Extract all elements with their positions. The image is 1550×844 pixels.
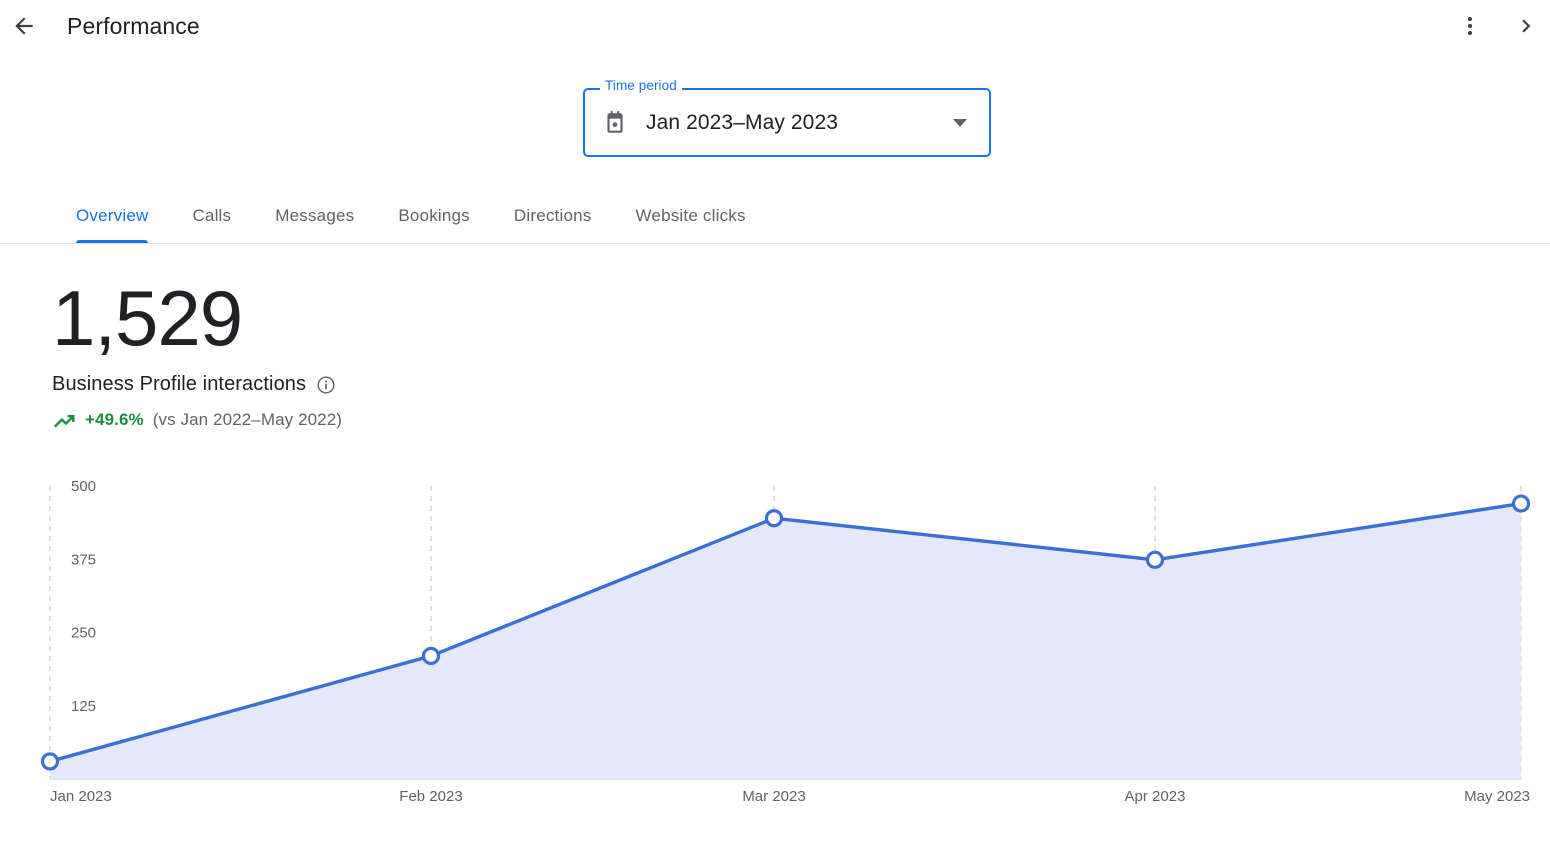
chart-data-point[interactable] [43,754,58,769]
info-icon[interactable] [316,375,336,395]
time-period-value: Jan 2023–May 2023 [646,111,838,135]
metric-label-row: Business Profile interactions [52,373,342,396]
more-options-button[interactable] [1450,6,1490,46]
time-period-label: Time period [600,78,682,93]
chart-y-axis: 125 250 375 500 [71,478,96,715]
tab-website-clicks[interactable]: Website clicks [635,188,745,243]
tab-label: Directions [514,206,592,226]
trending-up-icon [52,411,76,430]
tab-label: Website clicks [635,206,745,226]
metric-delta-row: +49.6% (vs Jan 2022–May 2022) [52,410,342,430]
chart-svg: 125 250 375 500 Jan 2023 Feb 2023 Mar 2023 Apr… [0,462,1550,822]
calendar-icon [602,110,628,136]
page-title: Performance [67,13,200,40]
metric-delta: +49.6% [85,410,144,430]
more-vert-icon [1468,17,1472,35]
x-axis-tick-label: Mar 2023 [742,788,805,805]
x-axis-tick-label: Jan 2023 [50,788,112,805]
tab-label: Overview [76,206,148,226]
arrow-back-icon [11,13,37,39]
metric-tabs: Overview Calls Messages Bookings Directi… [0,188,1550,244]
chart-x-axis: Jan 2023 Feb 2023 Mar 2023 Apr 2023 May 2023 [50,788,1530,805]
performance-page: Performance Jan 2023–May 2023 Time [0,0,1550,844]
time-period-select[interactable]: Jan 2023–May 2023 Time period [583,88,991,157]
tab-label: Calls [192,206,231,226]
y-axis-tick-label: 500 [71,478,96,495]
x-axis-tick-label: Apr 2023 [1125,788,1186,805]
chart-area-fill [50,504,1521,779]
metric-label: Business Profile interactions [52,373,306,396]
chart-data-point[interactable] [1148,552,1163,567]
metric-summary: 1,529 Business Profile interactions +49.… [52,272,342,430]
time-period-select-box[interactable]: Jan 2023–May 2023 [583,88,991,157]
back-button[interactable] [4,6,44,46]
x-axis-tick-label: May 2023 [1464,788,1530,805]
chart-data-point[interactable] [424,648,439,663]
chevron-down-icon[interactable] [953,119,967,127]
x-axis-tick-label: Feb 2023 [399,788,462,805]
chevron-right-icon [1513,13,1539,39]
y-axis-tick-label: 125 [71,698,96,715]
metric-comparison: (vs Jan 2022–May 2022) [153,410,342,430]
interactions-area-chart: 125 250 375 500 Jan 2023 Feb 2023 Mar 2023 Apr… [0,462,1550,822]
y-axis-tick-label: 250 [71,625,96,642]
header-actions [1450,0,1546,52]
tab-calls[interactable]: Calls [192,188,231,243]
tab-label: Bookings [398,206,470,226]
tab-label: Messages [275,206,354,226]
metric-value: 1,529 [52,272,342,364]
tab-directions[interactable]: Directions [514,188,592,243]
tab-bookings[interactable]: Bookings [398,188,470,243]
chart-data-point[interactable] [767,511,782,526]
tab-overview[interactable]: Overview [76,188,148,243]
chart-data-point[interactable] [1514,496,1529,511]
next-button[interactable] [1506,6,1546,46]
y-axis-tick-label: 375 [71,551,96,568]
tab-messages[interactable]: Messages [275,188,354,243]
app-header: Performance [0,0,1550,52]
